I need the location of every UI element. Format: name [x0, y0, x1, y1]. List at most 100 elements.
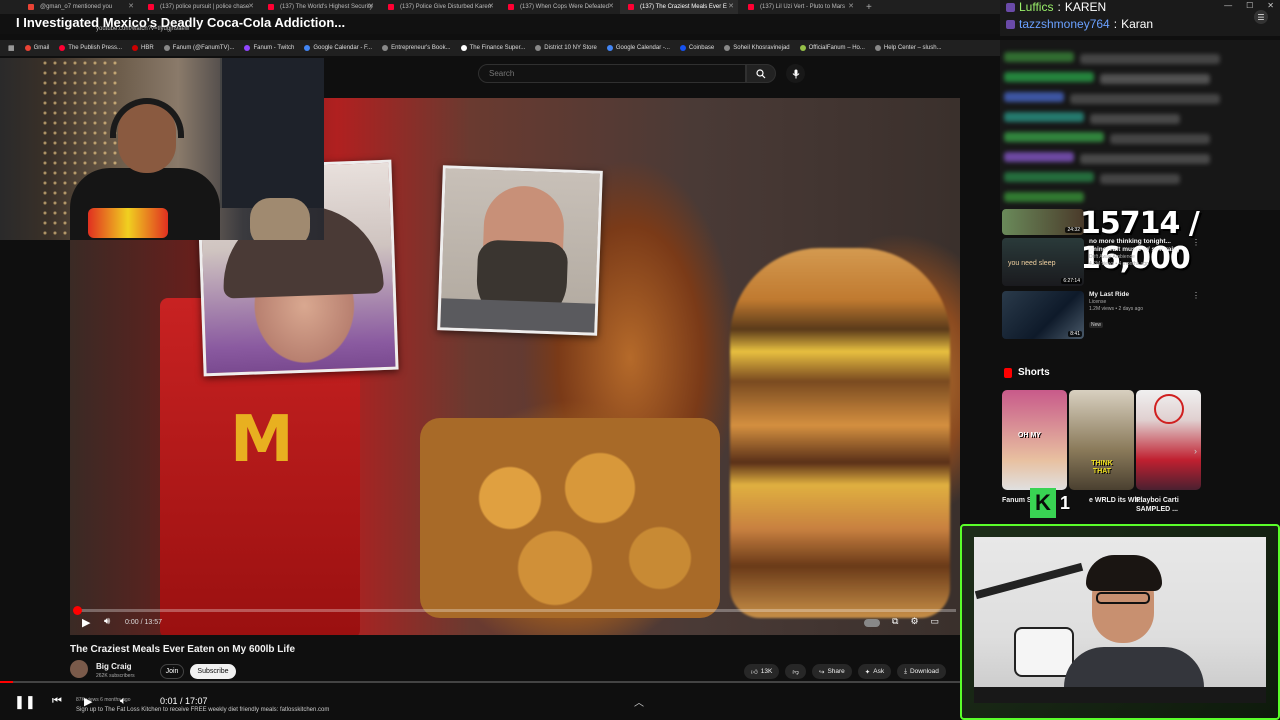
new-tab-button[interactable]: +	[860, 2, 872, 13]
bookmark[interactable]: Soheil Khosravinejad	[724, 45, 790, 51]
share-button[interactable]: ↪ Share	[811, 664, 852, 679]
search-button[interactable]	[746, 64, 776, 83]
close-tab-icon[interactable]: ✕	[368, 2, 374, 10]
bookmark[interactable]: Coinbase	[679, 45, 714, 51]
calendar-icon	[304, 45, 311, 51]
video-actions: 👍︎ 13K 👎︎ ↪ Share ✦ Ask ⤓ Download	[744, 664, 946, 679]
browser-tab[interactable]: (137) The World's Highest Security ✕	[260, 0, 378, 14]
short-caption: Playboi Carti SAMPLED ...	[1136, 497, 1179, 513]
youtube-icon	[748, 4, 754, 10]
bookmark[interactable]: Entrepreneur's Book...	[382, 45, 451, 51]
stream-progress-fill	[0, 681, 13, 683]
video-time: 0:00 / 13:57	[125, 619, 162, 626]
more-options-icon[interactable]: ⋮	[1192, 291, 1200, 300]
close-tab-icon[interactable]: ✕	[128, 2, 134, 10]
kick-alert: K 1	[1030, 488, 1070, 518]
stream-time: 0:01 / 17:07	[160, 696, 208, 706]
captions-icon[interactable]: ⧉	[892, 616, 898, 627]
bookmark[interactable]: District 10 NY Store	[535, 45, 597, 51]
browser-tab-active[interactable]: (137) The Craziest Meals Ever E ✕	[620, 0, 738, 14]
chevron-up-icon[interactable]: ︿	[634, 694, 644, 709]
nuggets	[420, 418, 720, 618]
browser-tab[interactable]: (137) Lil Uzi Vert - Pluto to Mars ✕	[740, 0, 858, 14]
browser-tab[interactable]: (137) police pursuit | police chase ✕	[140, 0, 258, 14]
chat-message: Luffics: KAREN	[1006, 0, 1106, 14]
youtube-icon	[508, 4, 514, 10]
close-tab-icon[interactable]: ✕	[488, 2, 494, 10]
channel-avatar[interactable]	[70, 660, 88, 678]
video-info: no more thinking tonight... (minecraft m…	[1089, 238, 1180, 267]
sparkle-icon: ✦	[864, 668, 871, 676]
search-icon	[756, 68, 766, 78]
close-tab-icon[interactable]: ✕	[248, 2, 254, 10]
play-button[interactable]: ▶	[82, 616, 90, 629]
bookmarks-bar: ▦ Gmail The Publish Press... HBR Fanum (…	[0, 40, 1000, 56]
bookmark[interactable]: Google Calendar -...	[606, 45, 670, 51]
bookmark[interactable]: HBR	[132, 45, 154, 51]
pause-button[interactable]: ❚❚	[14, 694, 36, 710]
previous-button[interactable]: ⏮︎	[52, 695, 62, 708]
search-input[interactable]: Search	[478, 64, 746, 83]
guest-webcam	[974, 537, 1266, 703]
video-scrubber-handle[interactable]	[73, 606, 82, 615]
address-bar[interactable]: youtube.com/watch?v=tlyugjn9aew	[96, 26, 189, 32]
close-window-icon[interactable]: ✕	[1267, 1, 1274, 10]
close-tab-icon[interactable]: ✕	[848, 2, 854, 10]
shopify-icon	[799, 45, 806, 51]
short-thumbnail[interactable]: OH MY	[1002, 390, 1067, 490]
bookmark[interactable]: OfficialFanum – Ho...	[799, 45, 865, 51]
playboi-logo-icon	[1154, 394, 1184, 424]
join-button[interactable]: Join	[160, 664, 184, 679]
mcdonalds-logo: M	[230, 403, 294, 477]
browser-tab[interactable]: (137) Police Give Disturbed Karen ✕	[380, 0, 498, 14]
inset-photo-man	[437, 165, 603, 336]
bookmark[interactable]: Help Center – slush...	[874, 45, 942, 51]
video-title: The Craziest Meals Ever Eaten on My 600l…	[70, 644, 296, 655]
settings-gear-icon[interactable]: ⚙	[910, 616, 918, 627]
kick-logo-icon: K	[1030, 488, 1056, 518]
browser-tab[interactable]: (137) When Cops Were Defeated ✕	[500, 0, 618, 14]
download-button[interactable]: ⤓ Download	[897, 664, 946, 679]
autoplay-toggle[interactable]	[864, 619, 880, 627]
minimize-icon[interactable]: —	[1224, 1, 1232, 10]
chevron-right-icon[interactable]: ›	[1194, 446, 1197, 456]
bookmark[interactable]: Google Calendar - F...	[304, 45, 372, 51]
more-options-icon[interactable]: ⋮	[1192, 238, 1200, 247]
bookmark[interactable]: Fanum - Twitch	[244, 45, 294, 51]
menu-icon[interactable]: ☰	[1254, 10, 1268, 24]
video-thumbnail: you need sleep 6:27:14	[1002, 238, 1084, 286]
volume-icon[interactable]: 🔊︎	[104, 616, 110, 627]
short-thumbnail[interactable]: THINK THAT	[1069, 390, 1134, 490]
headset-icon	[110, 98, 184, 138]
recommended-video[interactable]: you need sleep 6:27:14 no more thinking …	[1002, 238, 1202, 288]
youtube-icon	[268, 4, 274, 10]
channel-name[interactable]: Big Craig	[96, 662, 132, 671]
like-button[interactable]: 👍︎ 13K	[744, 664, 780, 679]
new-badge: New	[1089, 322, 1104, 328]
subscriber-count: 262K subscribers	[96, 673, 135, 679]
player-right-controls: ⧉ ⚙ ▭	[864, 616, 939, 627]
theater-mode-icon[interactable]: ▭	[931, 616, 940, 627]
shorts-icon	[1004, 367, 1012, 378]
burger-stack	[730, 248, 950, 618]
bookmark[interactable]: Gmail	[24, 45, 49, 51]
video-progress-bar[interactable]	[76, 609, 956, 612]
ask-button[interactable]: ✦ Ask	[857, 664, 892, 679]
subscribe-button[interactable]: Subscribe	[190, 664, 236, 679]
voice-search-button[interactable]	[786, 64, 805, 83]
apps-icon[interactable]: ▦	[8, 44, 15, 52]
close-tab-icon[interactable]: ✕	[728, 2, 734, 10]
dislike-button[interactable]: 👎︎	[785, 664, 806, 679]
sub-badge-icon	[1006, 19, 1015, 29]
bookmark[interactable]: The Publish Press...	[59, 45, 122, 51]
close-tab-icon[interactable]: ✕	[608, 2, 614, 10]
maximize-icon[interactable]: ☐	[1246, 1, 1253, 10]
short-thumbnail[interactable]	[1136, 390, 1201, 490]
browser-tab[interactable]: @gman_o7 mentioned you ✕	[20, 0, 138, 14]
video-thumbnail: 8:41	[1002, 291, 1084, 339]
bookmark[interactable]: Fanum (@FanumTV)...	[163, 45, 234, 51]
video-description[interactable]: Sign up to The Fat Loss Kitchen to recei…	[76, 707, 329, 713]
bookmark[interactable]: The Finance Super...	[460, 45, 525, 51]
chat-message: tazzshmoney764: Karan	[1006, 17, 1153, 31]
recommended-video[interactable]: 8:41 My Last Ride License 1.2M views • 2…	[1002, 291, 1202, 341]
